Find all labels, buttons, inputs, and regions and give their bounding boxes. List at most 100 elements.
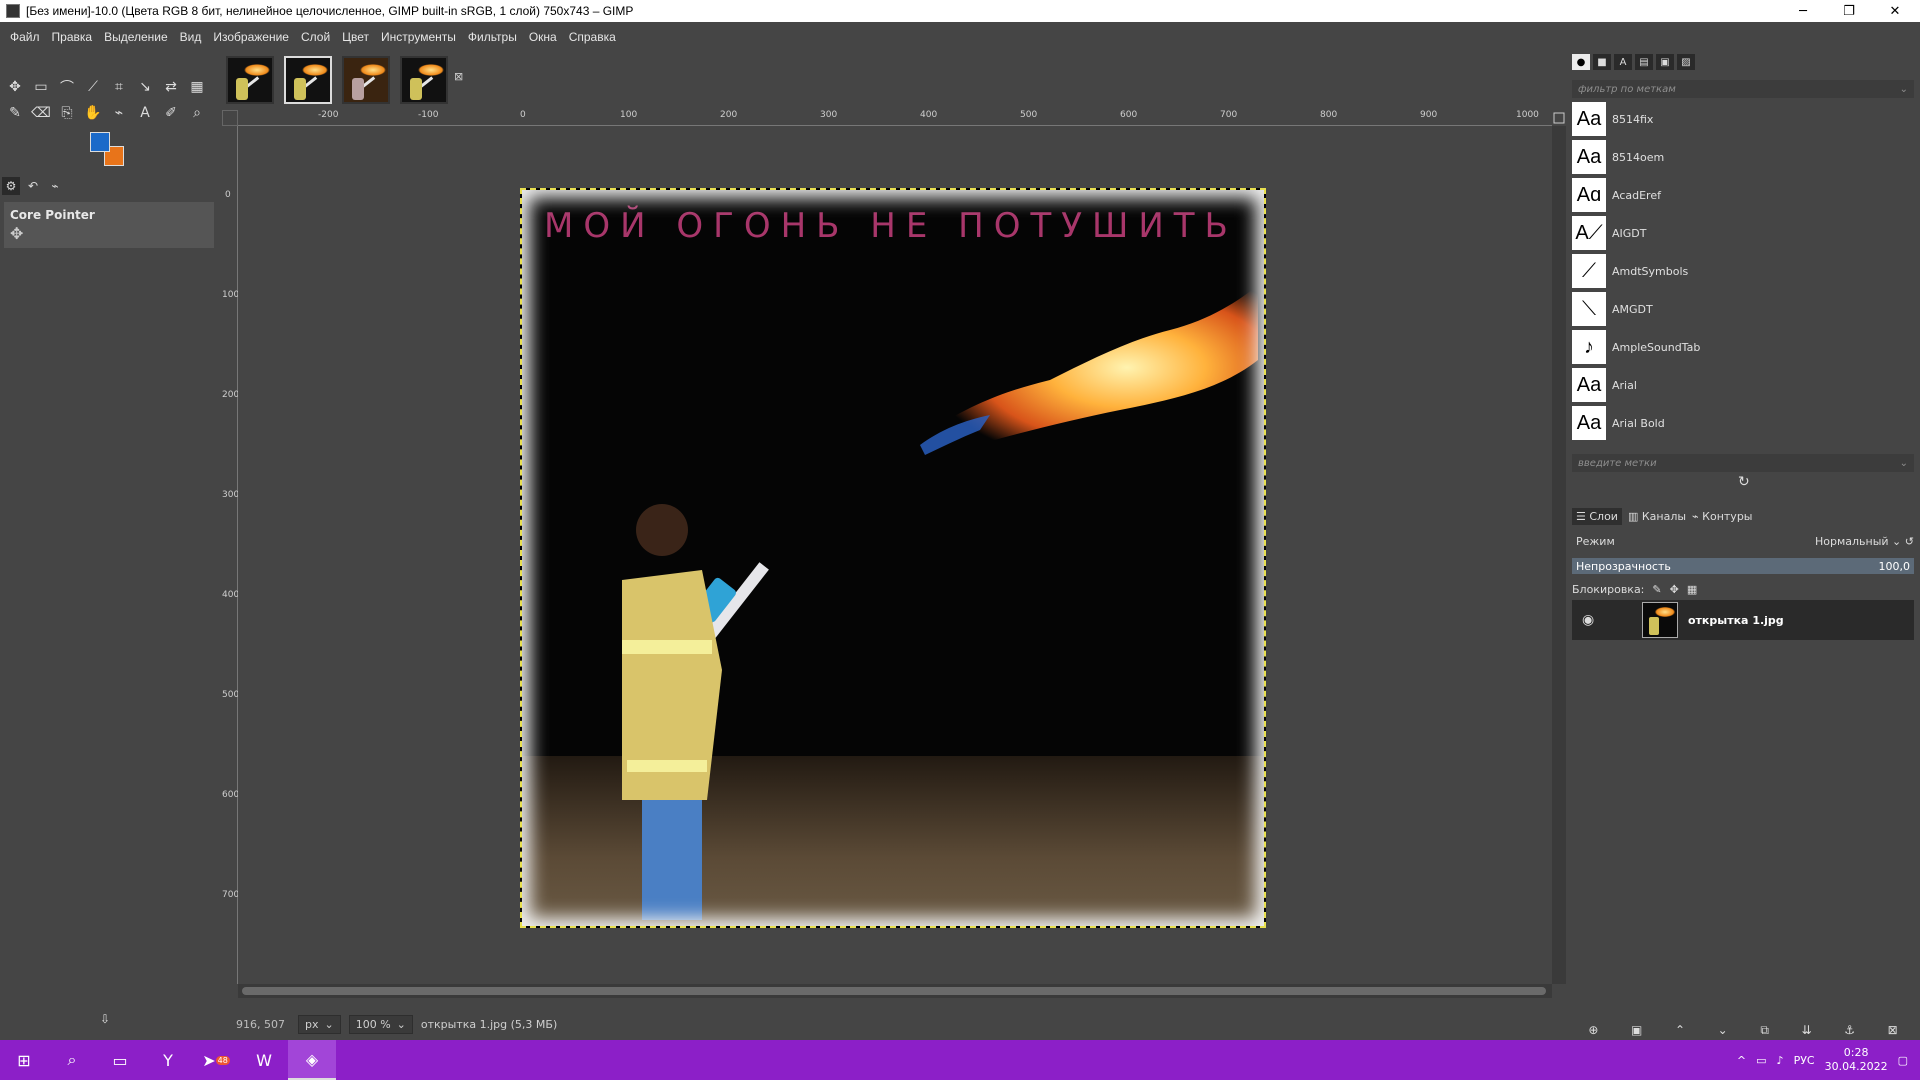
tab-channels[interactable]: ▥ Каналы bbox=[1628, 510, 1686, 523]
anchor-layer-icon[interactable]: ⚓ bbox=[1844, 1023, 1855, 1037]
brushes-tab-icon[interactable]: ● bbox=[1572, 54, 1590, 70]
merge-layer-icon[interactable]: ⇊ bbox=[1802, 1023, 1812, 1037]
fonts-tab-icon[interactable]: A bbox=[1614, 54, 1632, 70]
font-item[interactable]: Aa 8514oem bbox=[1572, 138, 1902, 176]
vertical-ruler[interactable]: 0 100 200 300 400 500 600 700 bbox=[222, 126, 239, 984]
menu-view[interactable]: Вид bbox=[174, 30, 208, 44]
horizontal-scrollbar[interactable] bbox=[238, 984, 1552, 998]
fuzzy-select-tool-icon[interactable]: ⟋ bbox=[80, 74, 106, 100]
clock[interactable]: 0:28 30.04.2022 bbox=[1825, 1046, 1888, 1074]
documents-tab-icon[interactable]: ▤ bbox=[1635, 54, 1653, 70]
tab-paths[interactable]: ⌁ Контуры bbox=[1692, 510, 1752, 523]
delete-layer-icon[interactable]: ⊠ bbox=[1888, 1023, 1898, 1037]
font-item[interactable]: A⟋ AIGDT bbox=[1572, 214, 1902, 252]
visibility-eye-icon[interactable]: ◉ bbox=[1582, 612, 1602, 628]
lock-position-icon[interactable]: ✥ bbox=[1670, 583, 1679, 596]
clone-tool-icon[interactable]: ⎘ bbox=[54, 100, 80, 126]
transform-tool-icon[interactable]: ↘ bbox=[132, 74, 158, 100]
navigate-icon[interactable] bbox=[1552, 110, 1566, 126]
file-explorer-icon[interactable]: ▭ bbox=[96, 1040, 144, 1080]
notifications-icon[interactable]: ▢ bbox=[1898, 1054, 1908, 1067]
menu-colors[interactable]: Цвет bbox=[336, 30, 375, 44]
rect-select-tool-icon[interactable]: ▭ bbox=[28, 74, 54, 100]
duplicate-layer-icon[interactable]: ⧉ bbox=[1760, 1023, 1769, 1038]
image-canvas[interactable]: МОЙ ОГОНЬ НЕ ПОТУШИТЬ bbox=[520, 188, 1266, 928]
raise-layer-icon[interactable]: ⌃ bbox=[1675, 1023, 1685, 1037]
maximize-button[interactable]: ❐ bbox=[1826, 0, 1872, 22]
font-item[interactable]: Aa Arial bbox=[1572, 366, 1902, 404]
move-tool-icon[interactable]: ✥ bbox=[2, 74, 28, 100]
lock-pixels-icon[interactable]: ✎ bbox=[1652, 583, 1661, 596]
crop-tool-icon[interactable]: ⌗ bbox=[106, 74, 132, 100]
lock-alpha-icon[interactable]: ▦ bbox=[1687, 583, 1697, 596]
smudge-tool-icon[interactable]: ✋ bbox=[80, 100, 106, 126]
tags-input[interactable]: введите метки ⌄ bbox=[1572, 454, 1914, 472]
foreground-color[interactable] bbox=[90, 132, 110, 152]
new-group-icon[interactable]: ▣ bbox=[1631, 1023, 1642, 1037]
font-item[interactable]: ⟋ AmdtSymbols bbox=[1572, 252, 1902, 290]
image-tab-3[interactable] bbox=[342, 56, 390, 104]
font-list[interactable]: Aa 8514fix Aa 8514oem Aɑ AcadEref A⟋ AIGDT ⟋… bbox=[1572, 100, 1902, 450]
new-layer-icon[interactable]: ⊕ bbox=[1588, 1023, 1598, 1037]
font-item[interactable]: Aa 8514fix bbox=[1572, 100, 1902, 138]
menu-file[interactable]: Файл bbox=[4, 30, 46, 44]
image-tab-2[interactable] bbox=[284, 56, 332, 104]
ruler-corner[interactable] bbox=[222, 110, 238, 126]
tool-options-tab-icon[interactable]: ⚙ bbox=[2, 177, 20, 195]
zoom-dropdown[interactable]: 100 % ⌄ bbox=[348, 1014, 413, 1034]
zoom-tool-icon[interactable]: ⌕ bbox=[184, 100, 210, 126]
chevron-down-icon[interactable]: ⌄ bbox=[1900, 84, 1908, 95]
vertical-scrollbar[interactable] bbox=[1552, 126, 1566, 984]
yandex-browser-icon[interactable]: Y bbox=[144, 1040, 192, 1080]
opacity-slider[interactable]: Непрозрачность 100,0 bbox=[1572, 558, 1914, 574]
horizontal-scroll-thumb[interactable] bbox=[242, 987, 1546, 995]
image-tab-1[interactable] bbox=[226, 56, 274, 104]
font-item[interactable]: ⟍ AMGDT bbox=[1572, 290, 1902, 328]
horizontal-ruler[interactable]: -200 -100 0 100 200 300 400 500 600 700 … bbox=[238, 110, 1552, 126]
gradients-tab-icon[interactable]: ▨ bbox=[1677, 54, 1695, 70]
tab-layers[interactable]: ☰ Слои bbox=[1572, 507, 1622, 525]
device-status-tab-icon[interactable]: ⌁ bbox=[46, 177, 64, 195]
text-tool-icon[interactable]: A bbox=[132, 100, 158, 126]
menu-tools[interactable]: Инструменты bbox=[375, 30, 462, 44]
color-picker-tool-icon[interactable]: ✐ bbox=[158, 100, 184, 126]
menu-filters[interactable]: Фильтры bbox=[462, 30, 523, 44]
minimize-button[interactable]: ─ bbox=[1780, 0, 1826, 22]
windows-start-icon[interactable]: ⊞ bbox=[0, 1040, 48, 1080]
close-tabs-icon[interactable]: ⊠ bbox=[454, 70, 463, 83]
images-tab-icon[interactable]: ▣ bbox=[1656, 54, 1674, 70]
font-filter-input[interactable]: фильтр по меткам ⌄ bbox=[1572, 80, 1914, 98]
menu-select[interactable]: Выделение bbox=[98, 30, 174, 44]
eraser-tool-icon[interactable]: ⌫ bbox=[28, 100, 54, 126]
dock-arrow-icon[interactable]: ⇩ bbox=[100, 1012, 110, 1026]
layer-item[interactable]: ◉ открытка 1.jpg bbox=[1572, 600, 1914, 640]
lower-layer-icon[interactable]: ⌄ bbox=[1718, 1023, 1728, 1037]
volume-icon[interactable]: ♪ bbox=[1777, 1054, 1784, 1067]
image-tab-4[interactable] bbox=[400, 56, 448, 104]
unit-dropdown[interactable]: px ⌄ bbox=[298, 1014, 341, 1034]
network-icon[interactable]: ▭ bbox=[1756, 1054, 1766, 1067]
word-icon[interactable]: W bbox=[240, 1040, 288, 1080]
mode-dropdown[interactable]: Нормальный ⌄ ↺ bbox=[1815, 535, 1914, 548]
font-item[interactable]: ♪ AmpleSoundTab bbox=[1572, 328, 1902, 366]
menu-edit[interactable]: Правка bbox=[46, 30, 99, 44]
gradient-tool-icon[interactable]: ▦ bbox=[184, 74, 210, 100]
telegram-icon[interactable]: ➤ 48 bbox=[192, 1040, 240, 1080]
chevron-down-icon[interactable]: ⌄ bbox=[1900, 458, 1908, 469]
path-tool-icon[interactable]: ⌁ bbox=[106, 100, 132, 126]
paintbrush-tool-icon[interactable]: ✎ bbox=[2, 100, 28, 126]
undo-history-tab-icon[interactable]: ↶ bbox=[24, 177, 42, 195]
menu-windows[interactable]: Окна bbox=[523, 30, 563, 44]
chevron-up-icon[interactable]: ^ bbox=[1737, 1054, 1746, 1067]
font-item[interactable]: Aa Arial Bold bbox=[1572, 404, 1902, 442]
warp-tool-icon[interactable]: ⇄ bbox=[158, 74, 184, 100]
search-icon[interactable]: ⌕ bbox=[48, 1040, 96, 1080]
menu-image[interactable]: Изображение bbox=[207, 30, 295, 44]
menu-help[interactable]: Справка bbox=[563, 30, 622, 44]
refresh-icon[interactable]: ↻ bbox=[1738, 474, 1750, 490]
close-button[interactable]: ✕ bbox=[1872, 0, 1918, 22]
menu-layer[interactable]: Слой bbox=[295, 30, 336, 44]
font-item[interactable]: Aɑ AcadEref bbox=[1572, 176, 1902, 214]
input-language[interactable]: РУС bbox=[1794, 1054, 1815, 1067]
gimp-taskbar-icon[interactable]: ◈ bbox=[288, 1040, 336, 1080]
